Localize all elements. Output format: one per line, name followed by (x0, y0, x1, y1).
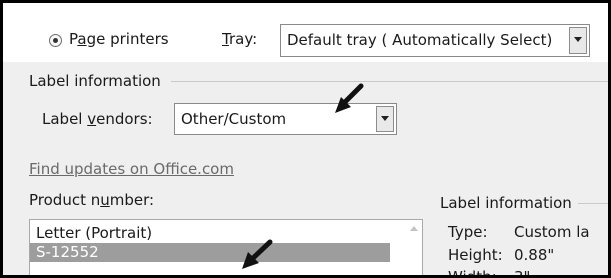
page-printers-label[interactable]: Page printers (69, 30, 169, 48)
product-number-list[interactable]: Letter (Portrait) S-12552 (29, 219, 423, 275)
label-options-dialog: Page printers Tray: Default tray ( Autom… (0, 0, 611, 278)
label-info-panel-title: Label information (440, 194, 572, 212)
width-key: Width: (448, 268, 497, 278)
arrow-pointer-icon (242, 239, 273, 269)
tray-label: Tray: (222, 30, 258, 48)
label-vendors-dropdown-button[interactable] (376, 106, 394, 132)
tray-select[interactable]: Default tray ( Automatically Select) (280, 24, 590, 57)
height-value: 0.88" (514, 246, 555, 264)
group-divider (171, 81, 608, 82)
scroll-up-icon[interactable] (410, 226, 418, 231)
label-vendors-value: Other/Custom (181, 110, 287, 128)
label-vendors-label: Label vendors: (42, 110, 153, 128)
list-item-selected[interactable]: S-12552 (30, 243, 390, 262)
label-information-group-title: Label information (29, 72, 161, 90)
info-group-divider (578, 203, 608, 204)
tray-select-value: Default tray ( Automatically Select) (287, 31, 553, 49)
product-number-label: Product number: (29, 191, 155, 209)
page-printers-radio[interactable] (49, 34, 62, 47)
printer-info-row: Page printers Tray: Default tray ( Autom… (3, 3, 608, 62)
list-item[interactable]: Letter (Portrait) (30, 224, 390, 243)
tray-dropdown-button[interactable] (569, 27, 587, 54)
arrow-pointer-icon (335, 83, 364, 113)
height-key: Height: (448, 246, 503, 264)
type-value: Custom la (514, 223, 590, 241)
width-value: 3" (514, 268, 531, 278)
type-key: Type: (448, 223, 488, 241)
find-updates-link[interactable]: Find updates on Office.com (29, 160, 234, 178)
